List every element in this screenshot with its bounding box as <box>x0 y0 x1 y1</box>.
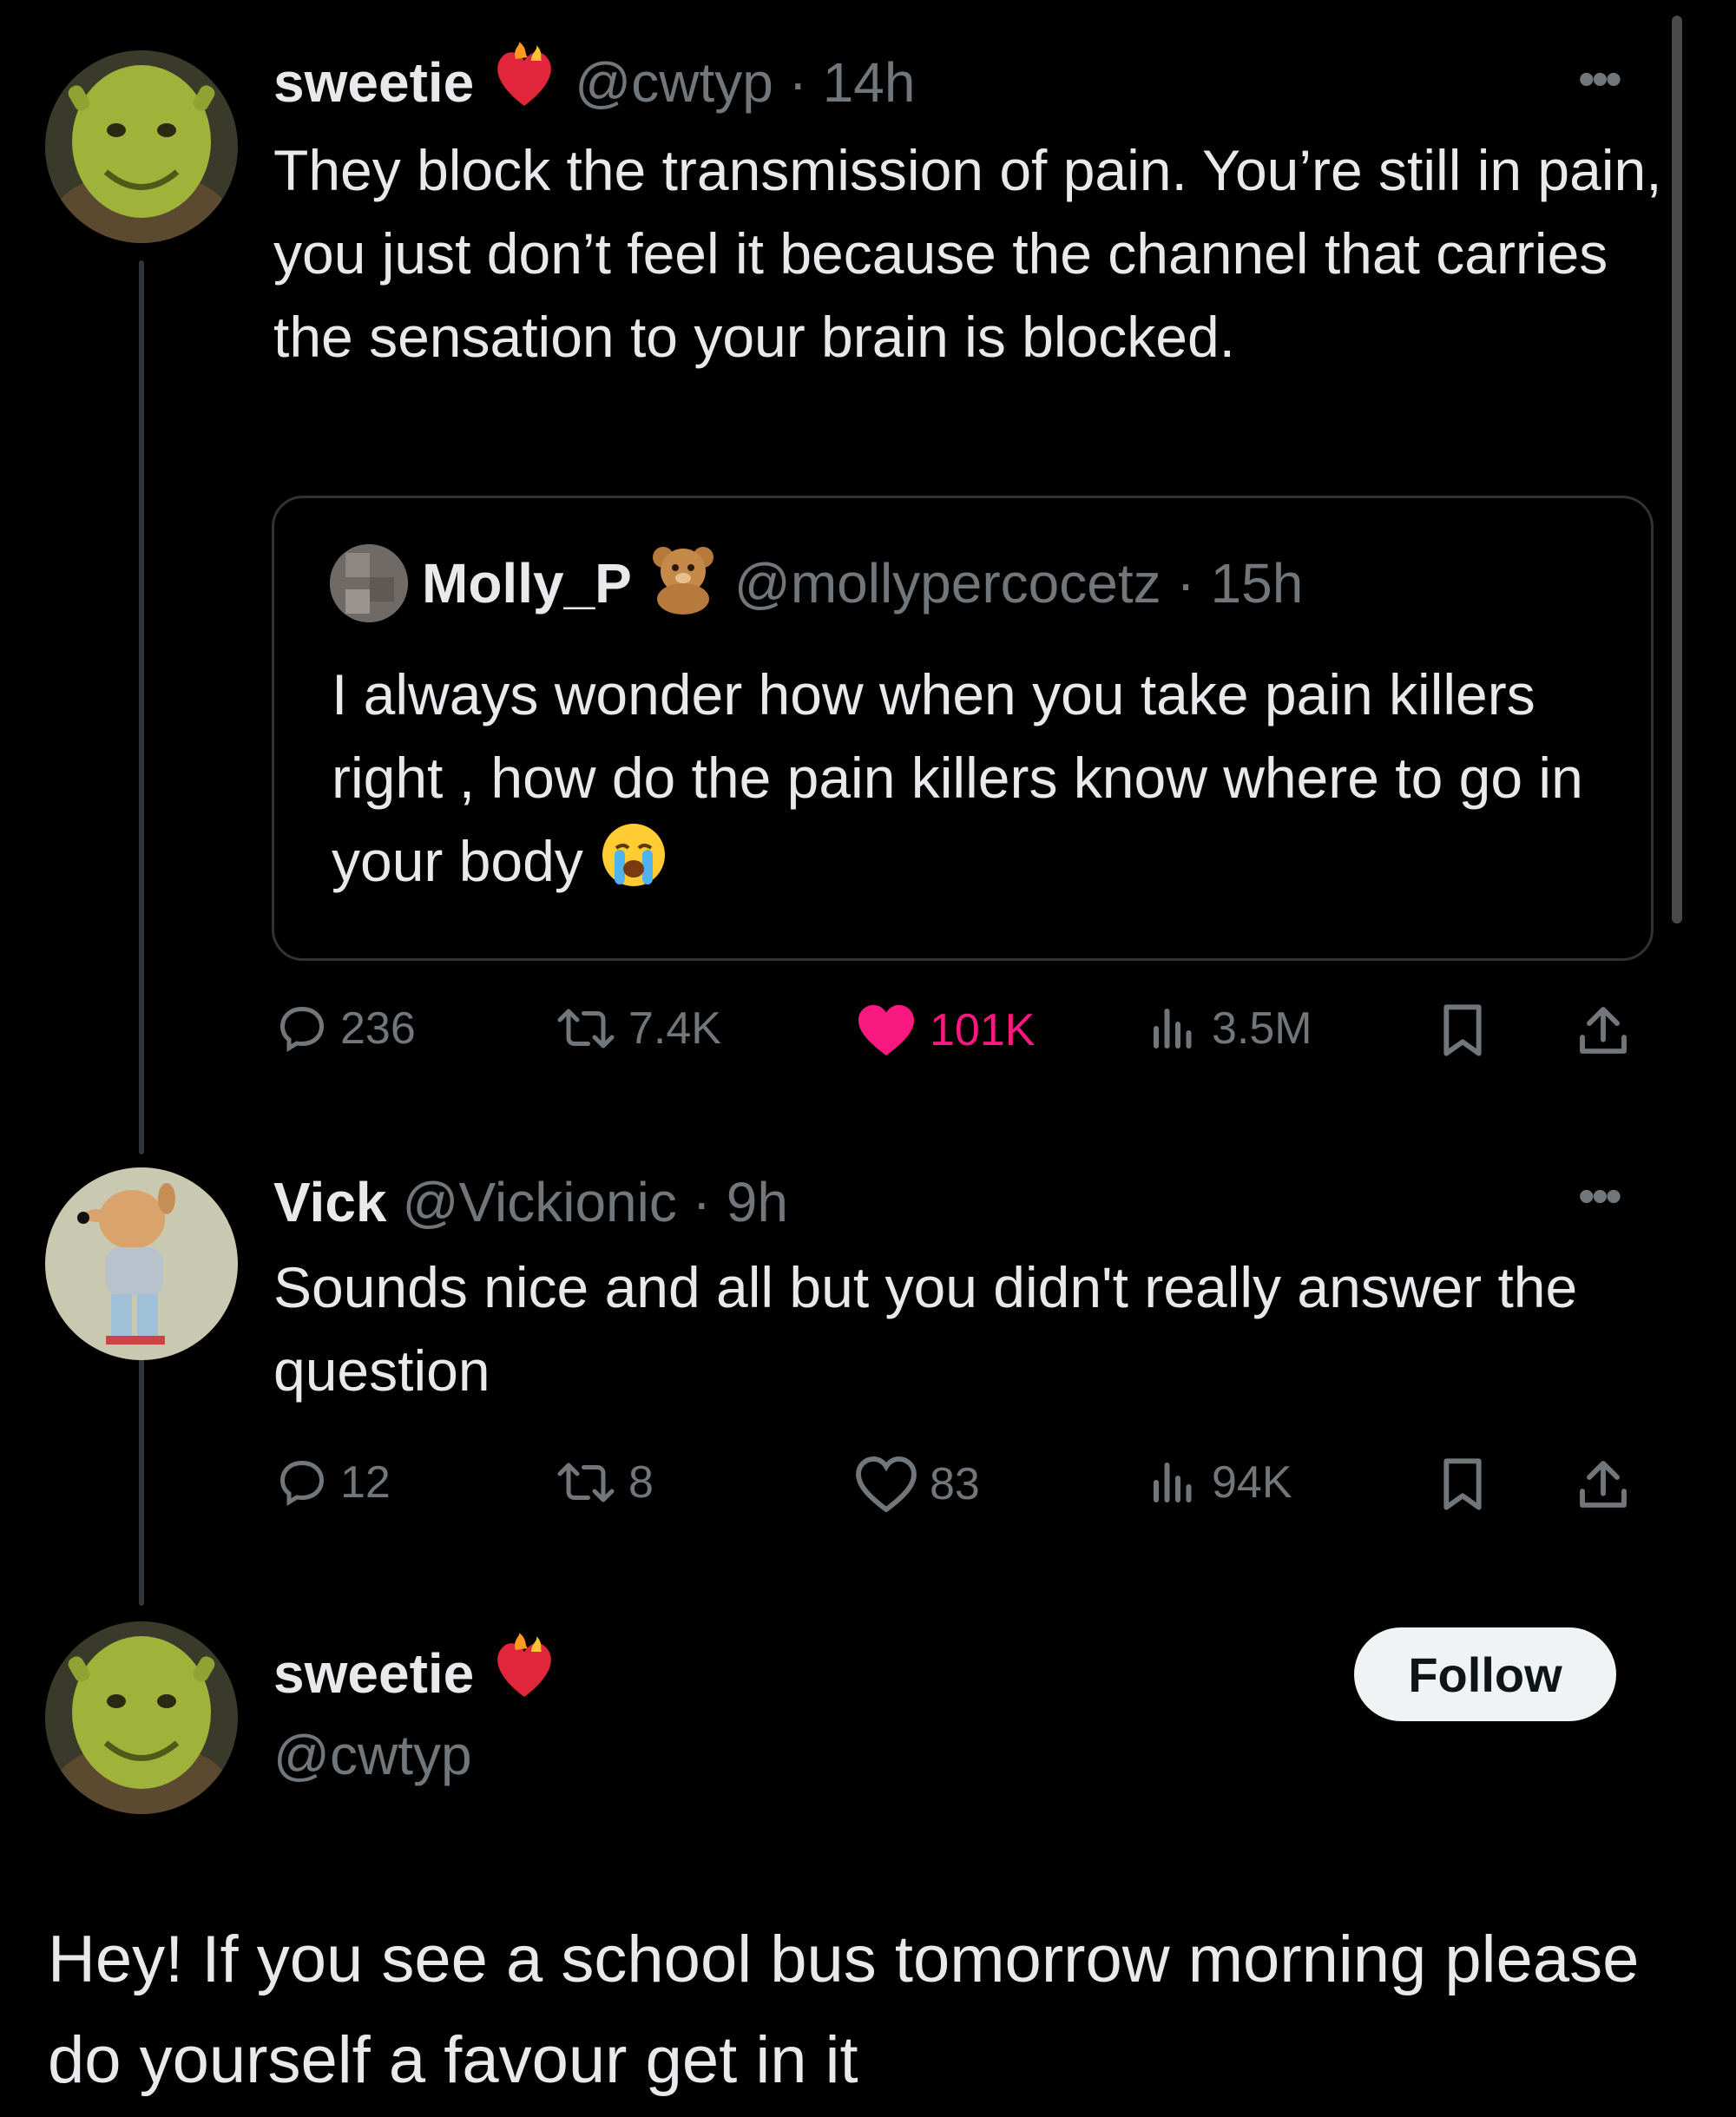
repost-icon <box>557 1463 615 1502</box>
views-button[interactable]: 3.5M <box>1147 1003 1312 1055</box>
heart-on-fire-icon <box>490 41 559 124</box>
author-name[interactable]: sweetie <box>273 1641 474 1706</box>
reply-count: 12 <box>340 1457 391 1508</box>
like-button[interactable]: 101K <box>855 1003 1035 1058</box>
quote-text: I always wonder how when you take pain k… <box>332 653 1599 911</box>
heart-outline-icon <box>856 1456 917 1512</box>
dog-avatar-image <box>45 1167 238 1360</box>
quoted-post-card[interactable]: Molly_P @mollypercocetz · 15h I always w… <box>272 496 1654 961</box>
avatar[interactable] <box>45 1167 238 1360</box>
avatar[interactable] <box>45 1621 238 1814</box>
analytics-icon <box>1154 1009 1192 1049</box>
more-options-icon[interactable]: ••• <box>1578 50 1622 107</box>
reply-button[interactable]: 12 <box>276 1456 391 1509</box>
author-handle[interactable]: @cwtyp <box>273 1723 472 1787</box>
quote-avatar[interactable] <box>330 544 408 622</box>
analytics-icon <box>1154 1463 1192 1502</box>
author-handle-time[interactable]: @cwtyp · 14h <box>575 50 915 115</box>
share-icon <box>1580 1461 1627 1508</box>
thread-line <box>139 1354 144 1606</box>
bookmark-button[interactable] <box>1437 1003 1489 1058</box>
author-name[interactable]: sweetie <box>273 50 474 115</box>
reply-count: 236 <box>340 1003 416 1054</box>
repost-count: 8 <box>628 1457 654 1508</box>
shrek-avatar-image <box>45 50 238 243</box>
bookmark-icon <box>1443 1458 1482 1510</box>
share-icon <box>1580 1007 1627 1054</box>
share-button[interactable] <box>1575 1003 1631 1058</box>
bookmark-button[interactable] <box>1437 1456 1489 1512</box>
view-count: 3.5M <box>1212 1003 1312 1054</box>
reply-icon <box>279 1460 325 1506</box>
reply-button[interactable]: 236 <box>276 1003 416 1055</box>
follow-button[interactable]: Follow <box>1354 1627 1616 1721</box>
repost-button[interactable]: 8 <box>556 1456 654 1509</box>
author-handle-time[interactable]: @Vickionic · 9h <box>403 1170 788 1234</box>
quote-author-name[interactable]: Molly_P <box>422 551 632 615</box>
view-count: 94K <box>1212 1457 1292 1508</box>
loudly-crying-face-icon <box>599 820 668 911</box>
post-text: They block the transmission of pain. You… <box>273 138 1662 369</box>
bookmark-icon <box>1443 1004 1482 1056</box>
shrek-avatar-image <box>45 1621 238 1814</box>
heart-on-fire-icon <box>490 1632 559 1715</box>
like-count: 83 <box>930 1459 980 1509</box>
more-options-icon[interactable]: ••• <box>1578 1167 1622 1224</box>
main-post-text: Hey! If you see a school bus tomorrow mo… <box>48 1923 1640 2097</box>
share-button[interactable] <box>1575 1456 1631 1512</box>
like-count: 101K <box>930 1005 1036 1055</box>
repost-button[interactable]: 7.4K <box>556 1003 721 1055</box>
repost-icon <box>557 1009 615 1049</box>
post-text: Sounds nice and all but you didn't reall… <box>273 1255 1578 1403</box>
avatar[interactable] <box>45 50 238 243</box>
repost-count: 7.4K <box>628 1003 721 1054</box>
views-button[interactable]: 94K <box>1147 1456 1292 1509</box>
heart-filled-icon <box>858 1004 914 1056</box>
scrollbar[interactable] <box>1672 16 1682 924</box>
teddy-bear-icon <box>646 540 720 628</box>
like-button[interactable]: 83 <box>855 1456 980 1512</box>
reply-icon <box>279 1006 325 1052</box>
thread-line <box>139 260 144 1154</box>
author-name[interactable]: Vick <box>273 1170 387 1234</box>
quote-handle-time[interactable]: @mollypercocetz · 15h <box>734 551 1303 615</box>
